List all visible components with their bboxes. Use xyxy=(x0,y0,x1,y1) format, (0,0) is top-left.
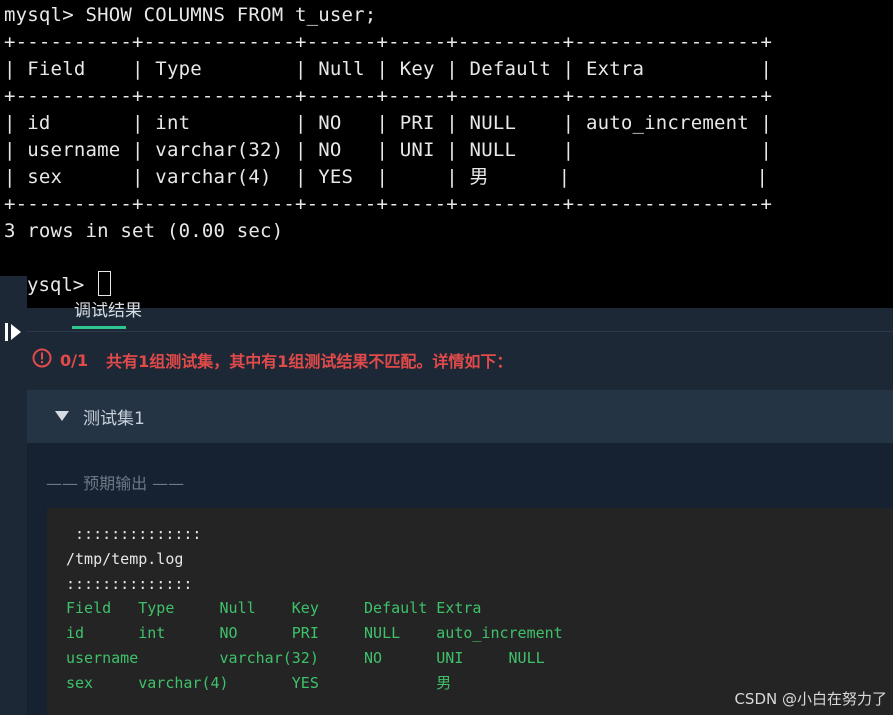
output-line: id int NO PRI NULL auto_increment xyxy=(66,624,563,643)
expected-output-label: —— 预期输出 —— xyxy=(46,474,185,493)
terminal-line: | sex | varchar(4) | YES | | 男 | | xyxy=(4,166,769,188)
tab-divider xyxy=(27,331,893,332)
terminal-line: +----------+-------------+------+-----+-… xyxy=(4,85,773,107)
test-set-header[interactable]: 测试集1 xyxy=(27,390,893,443)
mismatch-count: 0/1 xyxy=(60,350,89,370)
test-set-title: 测试集1 xyxy=(83,409,145,429)
output-line: Field Type Null Key Default Extra xyxy=(66,599,482,618)
tab-label: 调试结果 xyxy=(74,302,142,321)
expected-output-text: ::::::::::::::/tmp/temp.log:::::::::::::… xyxy=(66,522,563,696)
output-line: /tmp/temp.log xyxy=(66,549,184,568)
output-line: :::::::::::::: xyxy=(66,525,202,543)
error-circle-icon xyxy=(32,348,52,372)
terminal-gap xyxy=(0,276,27,308)
triangle-down-icon xyxy=(55,407,69,426)
tab-debug-result[interactable]: 调试结果 xyxy=(74,302,142,324)
summary-message: 共有1组测试集，其中有1组测试结果不匹配。详情如下： xyxy=(106,352,513,371)
terminal-output: mysql> SHOW COLUMNS FROM t_user; +-------… xyxy=(4,2,772,245)
terminal-line: +----------+-------------+------+-----+-… xyxy=(4,31,773,53)
panel-toggle-icon[interactable] xyxy=(4,322,22,342)
mysql-terminal[interactable]: mysql> SHOW COLUMNS FROM t_user; +-------… xyxy=(0,0,893,308)
result-summary: 0/1 共有1组测试集，其中有1组测试结果不匹配。详情如下： xyxy=(32,348,512,372)
output-line: :::::::::::::: xyxy=(66,574,193,593)
terminal-line: | username | varchar(32) | NO | UNI | NU… xyxy=(4,139,773,161)
watermark: CSDN @小白在努力了 xyxy=(734,690,887,708)
output-line: username varchar(32) NO UNI NULL xyxy=(66,648,545,667)
left-rail xyxy=(0,308,27,715)
text-cursor xyxy=(97,271,111,296)
terminal-line: +----------+-------------+------+-----+-… xyxy=(4,193,773,215)
terminal-prompt[interactable]: ysql> xyxy=(27,271,111,299)
output-line: sex varchar(4) YES 男 xyxy=(66,673,452,692)
terminal-line: 3 rows in set (0.00 sec) xyxy=(4,220,284,242)
terminal-line: | Field | Type | Null | Key | Default | … xyxy=(4,58,773,80)
terminal-line: | id | int | NO | PRI | NULL | auto_incr… xyxy=(4,112,773,134)
prompt-text: ysql> xyxy=(27,274,96,296)
terminal-line: mysql> SHOW COLUMNS FROM t_user; xyxy=(4,4,377,26)
active-tab-indicator xyxy=(72,326,126,329)
